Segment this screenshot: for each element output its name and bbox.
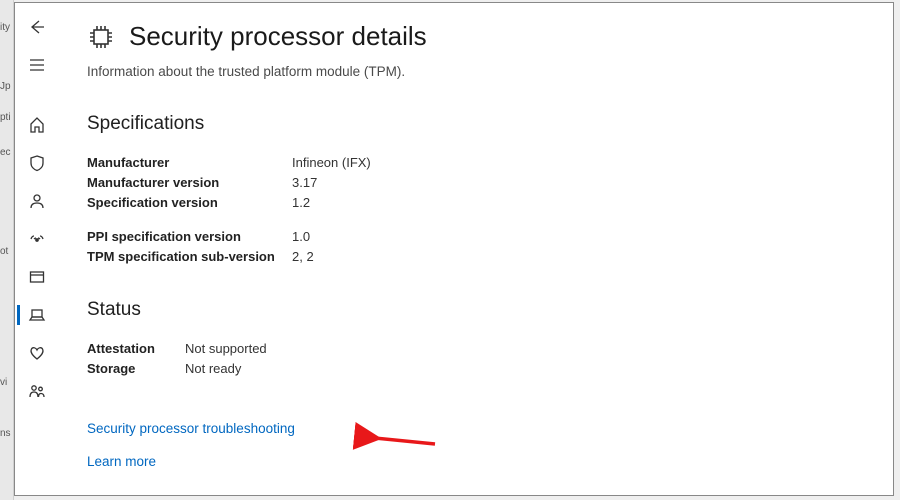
spec-row: PPI specification version 1.0: [87, 227, 865, 247]
specs-heading: Specifications: [87, 113, 865, 135]
page-header: Security processor details: [87, 21, 865, 52]
nav-account[interactable]: [17, 185, 57, 217]
bg-frag: ns: [0, 428, 13, 439]
nav-device-security[interactable]: [17, 299, 57, 331]
learn-more-link[interactable]: Learn more: [87, 454, 156, 469]
bg-frag: pti: [0, 112, 13, 123]
back-button[interactable]: [17, 11, 57, 43]
hamburger-icon: [28, 56, 46, 74]
nav-home[interactable]: [17, 109, 57, 141]
spec-value: 1.0: [292, 227, 310, 247]
bg-frag: ec: [0, 147, 13, 158]
nav-app[interactable]: [17, 261, 57, 293]
heart-icon: [28, 344, 46, 362]
spec-value: Infineon (IFX): [292, 153, 371, 173]
person-icon: [28, 192, 46, 210]
page-title: Security processor details: [129, 21, 427, 52]
bg-frag: Jp: [0, 81, 13, 92]
spec-label: Manufacturer version: [87, 173, 292, 193]
spec-row: Specification version 1.2: [87, 193, 865, 213]
bg-frag: ot: [0, 246, 13, 257]
status-label: Attestation: [87, 339, 185, 359]
content-pane: Security processor details Information a…: [59, 3, 893, 495]
chip-icon: [87, 23, 115, 51]
app-window: Security processor details Information a…: [14, 2, 894, 496]
spec-label: TPM specification sub-version: [87, 247, 292, 267]
spec-group-2: PPI specification version 1.0 TPM specif…: [87, 227, 865, 267]
status-heading: Status: [87, 299, 865, 321]
nav-firewall[interactable]: [17, 223, 57, 255]
spec-value: 3.17: [292, 173, 317, 193]
spec-value: 2, 2: [292, 247, 314, 267]
window-icon: [28, 268, 46, 286]
spec-value: 1.2: [292, 193, 310, 213]
page-subtitle: Information about the trusted platform m…: [87, 64, 865, 79]
status-value: Not ready: [185, 359, 241, 379]
status-row: Attestation Not supported: [87, 339, 865, 359]
network-icon: [28, 230, 46, 248]
status-row: Storage Not ready: [87, 359, 865, 379]
nav-family[interactable]: [17, 375, 57, 407]
spec-row: TPM specification sub-version 2, 2: [87, 247, 865, 267]
status-value: Not supported: [185, 339, 267, 359]
learn-more-link-row: Learn more: [87, 454, 865, 469]
back-arrow-icon: [28, 18, 46, 36]
troubleshoot-link-row: Security processor troubleshooting: [87, 421, 865, 436]
menu-button[interactable]: [17, 49, 57, 81]
spec-group-1: Manufacturer Infineon (IFX) Manufacturer…: [87, 153, 865, 213]
bg-frag: ity: [0, 22, 13, 33]
nav-rail: [15, 3, 59, 495]
laptop-icon: [28, 306, 46, 324]
people-icon: [28, 382, 46, 400]
nav-virus[interactable]: [17, 147, 57, 179]
spec-row: Manufacturer version 3.17: [87, 173, 865, 193]
spec-label: PPI specification version: [87, 227, 292, 247]
spec-row: Manufacturer Infineon (IFX): [87, 153, 865, 173]
shield-icon: [28, 154, 46, 172]
spec-label: Manufacturer: [87, 153, 292, 173]
bg-frag: vi: [0, 377, 13, 388]
status-section: Status Attestation Not supported Storage…: [87, 299, 865, 379]
status-label: Storage: [87, 359, 185, 379]
home-icon: [28, 116, 46, 134]
nav-health[interactable]: [17, 337, 57, 369]
troubleshoot-link[interactable]: Security processor troubleshooting: [87, 421, 295, 436]
background-strip: ity Jp pti ec ot vi ns: [0, 0, 14, 500]
spec-label: Specification version: [87, 193, 292, 213]
